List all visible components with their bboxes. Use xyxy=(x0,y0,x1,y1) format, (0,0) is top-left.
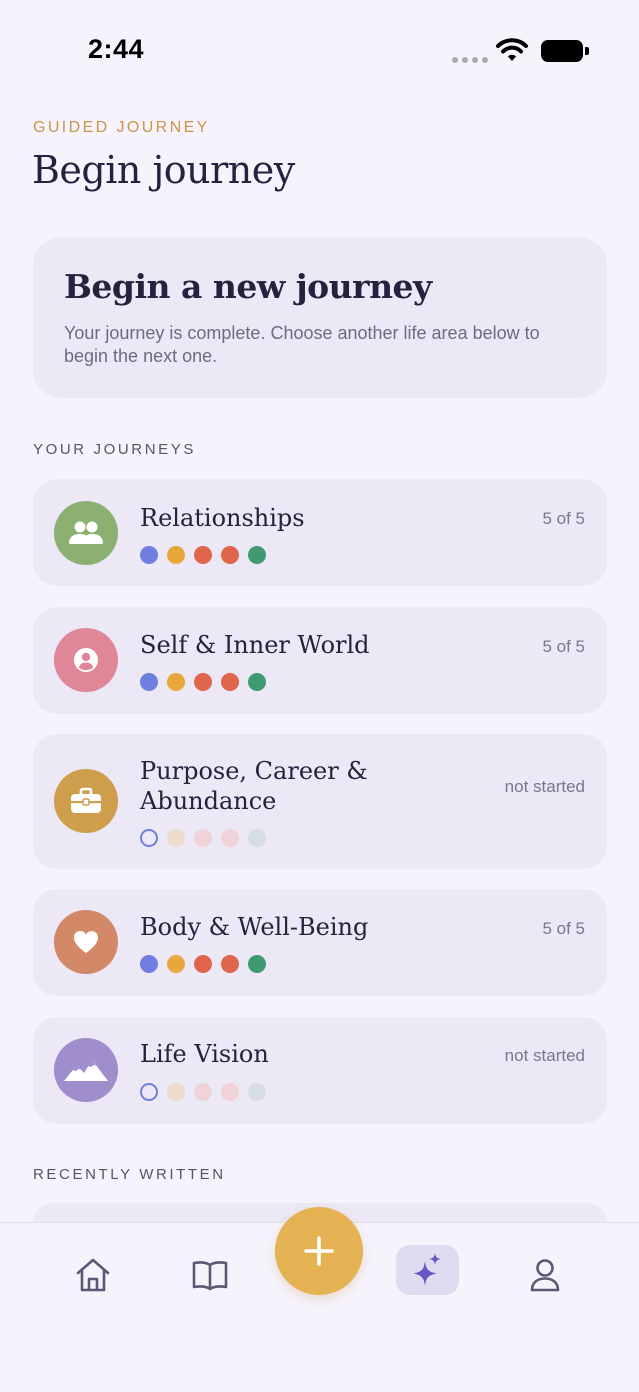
mountains-icon xyxy=(64,1060,108,1081)
hero-text: Your journey is complete. Choose another… xyxy=(64,323,540,366)
progress-dots xyxy=(140,1083,266,1101)
progress-dot-pending xyxy=(194,829,212,847)
journey-title: Relationships xyxy=(140,504,305,532)
progress-dot-complete xyxy=(221,955,239,973)
your-journeys-label: YOUR JOURNEYS xyxy=(33,441,196,458)
progress-dot-complete xyxy=(221,673,239,691)
recently-written-label: RECENTLY WRITTEN xyxy=(33,1166,226,1183)
journey-title: Body & Well-Being xyxy=(140,913,369,941)
heart-icon xyxy=(74,931,98,953)
progress-dot-pending xyxy=(194,1083,212,1101)
new-entry-button[interactable] xyxy=(275,1207,363,1295)
journey-avatar xyxy=(54,910,118,974)
plus-icon xyxy=(304,1236,334,1266)
tab-journal[interactable] xyxy=(180,1251,240,1299)
sparkles-icon xyxy=(412,1253,441,1286)
wifi-icon xyxy=(496,38,528,61)
book-icon xyxy=(192,1261,228,1291)
battery-icon xyxy=(541,40,583,62)
tab-guided-journey[interactable] xyxy=(396,1245,459,1295)
journey-status: not started xyxy=(504,777,585,796)
journey-title: Self & Inner World xyxy=(140,631,370,659)
journey-status: 5 of 5 xyxy=(542,919,585,938)
progress-dot-complete xyxy=(194,673,212,691)
progress-dot-complete xyxy=(140,673,158,691)
home-icon xyxy=(76,1258,110,1292)
progress-dot-complete xyxy=(248,955,266,973)
progress-dot-pending xyxy=(167,829,185,847)
person-circle-icon xyxy=(74,648,98,672)
progress-dot-complete xyxy=(167,955,185,973)
progress-dot-current xyxy=(140,1083,158,1101)
progress-dot-current xyxy=(140,829,158,847)
progress-dot-complete xyxy=(248,673,266,691)
journey-card-life-vision[interactable]: Life Vision not started xyxy=(33,1017,607,1124)
new-journey-card: Begin a new journey Your journey is comp… xyxy=(33,237,607,398)
journey-card-purpose-career-abundance[interactable]: Purpose, Career & Abundance not started xyxy=(33,734,607,869)
journey-title: Purpose, Career & Abundance xyxy=(140,757,368,815)
journey-avatar xyxy=(54,769,118,833)
briefcase-icon xyxy=(71,787,101,813)
journey-avatar xyxy=(54,628,118,692)
progress-dots xyxy=(140,673,266,691)
progress-dot-complete xyxy=(167,546,185,564)
progress-dot-pending xyxy=(248,829,266,847)
progress-dot-pending xyxy=(248,1083,266,1101)
journey-avatar xyxy=(54,501,118,565)
progress-dot-complete xyxy=(248,546,266,564)
journey-status: 5 of 5 xyxy=(542,637,585,656)
status-time: 2:44 xyxy=(88,34,145,64)
progress-dot-pending xyxy=(221,829,239,847)
tab-profile[interactable] xyxy=(515,1251,575,1299)
progress-dot-complete xyxy=(194,546,212,564)
progress-dot-complete xyxy=(194,955,212,973)
hero-title: Begin a new journey xyxy=(64,267,432,306)
journey-avatar xyxy=(54,1038,118,1102)
progress-dot-complete xyxy=(140,955,158,973)
journey-status: 5 of 5 xyxy=(542,509,585,528)
page-eyebrow: GUIDED JOURNEY xyxy=(33,119,210,136)
progress-dot-pending xyxy=(221,1083,239,1101)
progress-dot-pending xyxy=(167,1083,185,1101)
battery-tip xyxy=(585,47,589,55)
signal-icon xyxy=(452,57,488,63)
status-bar: 2:44 xyxy=(0,0,639,100)
tab-home[interactable] xyxy=(63,1251,123,1299)
people-icon xyxy=(69,521,103,544)
journey-card-self-inner-world[interactable]: Self & Inner World 5 of 5 xyxy=(33,607,607,714)
progress-dots xyxy=(140,546,266,564)
progress-dot-complete xyxy=(167,673,185,691)
progress-dots xyxy=(140,829,266,847)
progress-dots xyxy=(140,955,266,973)
journey-status: not started xyxy=(504,1046,585,1065)
profile-icon xyxy=(530,1259,560,1292)
progress-dot-complete xyxy=(221,546,239,564)
progress-dot-complete xyxy=(140,546,158,564)
page-title: Begin journey xyxy=(32,148,295,192)
journey-title: Life Vision xyxy=(140,1040,269,1068)
journey-card-body-well-being[interactable]: Body & Well-Being 5 of 5 xyxy=(33,889,607,996)
journey-card-relationships[interactable]: Relationships 5 of 5 xyxy=(33,479,607,586)
